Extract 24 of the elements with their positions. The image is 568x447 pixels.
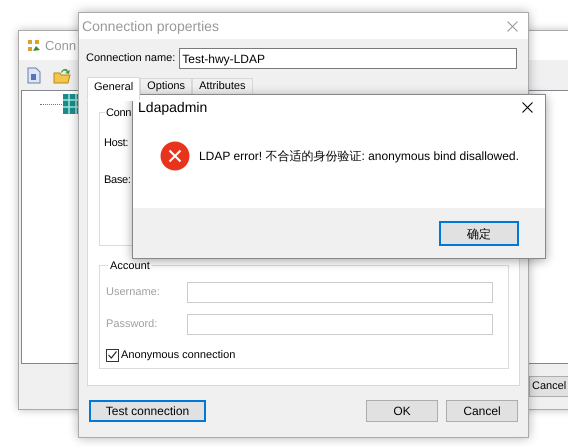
dialog-button[interactable]: Test connection: [89, 400, 206, 422]
connection-name-field[interactable]: Test-hwy-LDAP: [179, 48, 518, 69]
document-icon[interactable]: [27, 66, 41, 84]
dialog-button[interactable]: 确定: [439, 221, 519, 246]
dialog-button[interactable]: Cancel: [446, 400, 518, 422]
checkbox-label[interactable]: Anonymous connection: [121, 347, 236, 364]
window-title: Ldapadmin: [138, 98, 208, 117]
error-message: LDAP error! 不合适的身份验证: anonymous bind disallowed.: [199, 148, 519, 165]
close-icon[interactable]: [522, 102, 533, 112]
error-icon: [160, 141, 190, 171]
field-label: Username:: [106, 285, 161, 300]
field-label: Connection name:: [86, 51, 176, 66]
app-icon: [27, 38, 41, 52]
field-label: Password:: [106, 317, 158, 332]
tab[interactable]: General: [87, 77, 140, 101]
field-label: Host:: [104, 136, 130, 151]
check-icon: [108, 351, 117, 360]
window-title: Conn: [45, 36, 76, 55]
cancel-button[interactable]: Cancel: [529, 376, 568, 397]
checkbox[interactable]: [106, 348, 119, 362]
open-folder-icon[interactable]: [53, 66, 71, 84]
field-label: Base:: [104, 172, 132, 188]
window-title: Connection properties: [82, 16, 219, 36]
dialog-button[interactable]: OK: [366, 400, 438, 422]
